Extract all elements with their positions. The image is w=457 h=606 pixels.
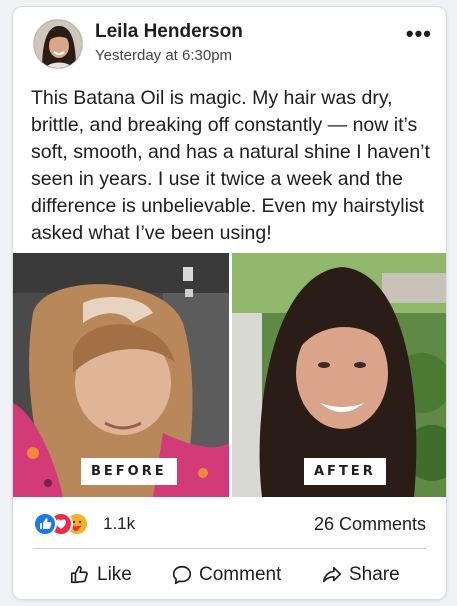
reaction-icons[interactable] bbox=[33, 512, 103, 536]
like-button[interactable]: Like bbox=[69, 555, 132, 595]
avatar-photo bbox=[34, 20, 82, 68]
like-label: Like bbox=[97, 564, 132, 585]
after-label: AFTER bbox=[304, 458, 386, 485]
share-button[interactable]: Share bbox=[321, 555, 400, 595]
post-header: Leila Henderson Yesterday at 6:30pm ••• bbox=[13, 7, 446, 81]
comment-bubble-icon bbox=[172, 565, 192, 585]
comments-count[interactable]: 26 Comments bbox=[314, 514, 426, 535]
post-actions: Like Comment Share bbox=[13, 555, 446, 595]
divider bbox=[33, 548, 426, 549]
more-options-icon[interactable]: ••• bbox=[406, 21, 432, 47]
comment-label: Comment bbox=[199, 564, 282, 585]
post-card: Leila Henderson Yesterday at 6:30pm ••• … bbox=[12, 6, 447, 600]
comment-button[interactable]: Comment bbox=[171, 555, 281, 595]
post-timestamp[interactable]: Yesterday at 6:30pm bbox=[95, 47, 232, 64]
share-arrow-icon bbox=[322, 566, 342, 583]
share-label: Share bbox=[349, 564, 400, 585]
thumbs-up-icon bbox=[70, 565, 88, 584]
after-photo[interactable]: AFTER bbox=[232, 253, 446, 497]
like-icon bbox=[33, 512, 57, 536]
engagement-stats: 1.1k 26 Comments bbox=[13, 503, 446, 543]
before-photo[interactable]: BEFORE bbox=[13, 253, 229, 497]
before-after-photos[interactable]: BEFORE AFTER bbox=[13, 253, 446, 497]
reaction-count[interactable]: 1.1k bbox=[103, 514, 135, 534]
author-name[interactable]: Leila Henderson bbox=[95, 21, 243, 43]
avatar[interactable] bbox=[33, 19, 83, 69]
post-text: This Batana Oil is magic. My hair was dr… bbox=[31, 87, 430, 244]
before-label: BEFORE bbox=[81, 458, 177, 485]
